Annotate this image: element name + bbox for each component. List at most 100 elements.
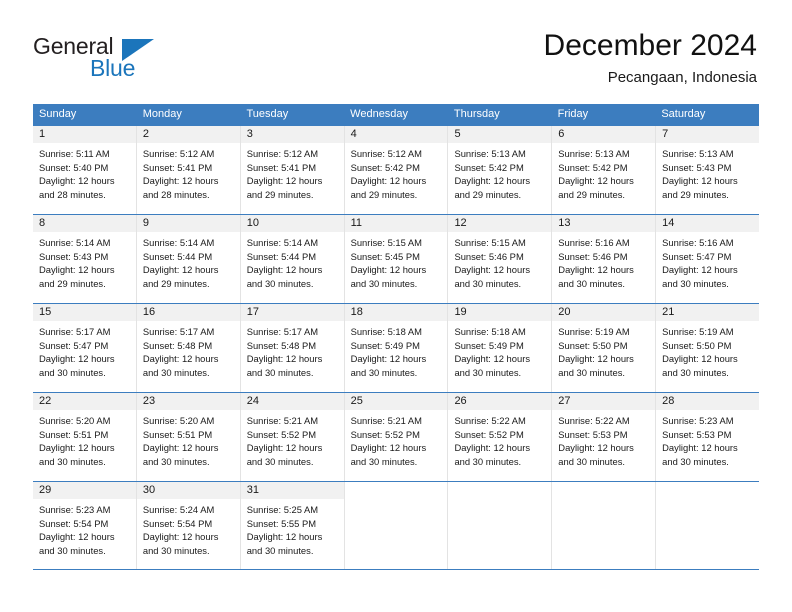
sunrise-line: Sunrise: 5:13 AM [454, 148, 526, 159]
day-cell[interactable]: 15 Sunrise: 5:17 AM Sunset: 5:47 PM Dayl… [33, 304, 137, 392]
logo-word-blue: Blue [90, 55, 136, 81]
sunrise-line: Sunrise: 5:18 AM [454, 326, 526, 337]
sunrise-line: Sunrise: 5:18 AM [350, 326, 422, 337]
day-details: Sunrise: 5:18 AM Sunset: 5:49 PM Dayligh… [345, 321, 448, 379]
day-details: Sunrise: 5:25 AM Sunset: 5:55 PM Dayligh… [241, 499, 344, 557]
day-number-band: 31 [240, 482, 344, 499]
sunset-line: Sunset: 5:47 PM [662, 250, 732, 262]
day-cell[interactable]: 25 Sunrise: 5:21 AM Sunset: 5:52 PM Dayl… [344, 393, 449, 481]
daylight-line: Daylight: 12 hours and 30 minutes. [558, 353, 634, 378]
day-number-band: 27 [552, 393, 656, 410]
day-cell[interactable]: 14 Sunrise: 5:16 AM Sunset: 5:47 PM Dayl… [656, 215, 760, 303]
sunrise-line: Sunrise: 5:25 AM [246, 504, 319, 515]
daylight-line: Daylight: 12 hours and 29 minutes. [350, 175, 427, 200]
day-number: 5 [454, 128, 461, 140]
sunset-line: Sunset: 5:52 PM [454, 428, 524, 440]
sunset-line: Sunset: 5:42 PM [454, 161, 524, 173]
day-cell[interactable]: 24 Sunrise: 5:21 AM Sunset: 5:52 PM Dayl… [240, 393, 345, 481]
day-cell[interactable]: 2 Sunrise: 5:12 AM Sunset: 5:41 PM Dayli… [136, 126, 241, 214]
day-cell[interactable]: 6 Sunrise: 5:13 AM Sunset: 5:42 PM Dayli… [552, 126, 657, 214]
day-cell[interactable]: 9 Sunrise: 5:14 AM Sunset: 5:44 PM Dayli… [136, 215, 241, 303]
sunset-line: Sunset: 5:54 PM [142, 517, 213, 529]
day-cell[interactable]: 1 Sunrise: 5:11 AM Sunset: 5:40 PM Dayli… [33, 126, 137, 214]
day-details: Sunrise: 5:11 AM Sunset: 5:40 PM Dayligh… [33, 143, 136, 201]
day-number: 28 [662, 395, 675, 407]
daylight-line: Daylight: 12 hours and 30 minutes. [246, 353, 323, 378]
daylight-line: Daylight: 12 hours and 29 minutes. [454, 175, 531, 200]
daylight-line: Daylight: 12 hours and 29 minutes. [662, 175, 738, 200]
day-number-band: 21 [656, 304, 760, 321]
sunset-line: Sunset: 5:43 PM [39, 250, 109, 262]
daylight-line: Daylight: 12 hours and 30 minutes. [662, 442, 738, 467]
day-cell[interactable]: 29 Sunrise: 5:23 AM Sunset: 5:54 PM Dayl… [33, 482, 137, 569]
sunrise-line: Sunrise: 5:13 AM [558, 148, 630, 159]
week-row: 29 Sunrise: 5:23 AM Sunset: 5:54 PM Dayl… [33, 481, 760, 570]
day-number-band: 8 [33, 215, 136, 232]
sunrise-line: Sunrise: 5:17 AM [246, 326, 319, 337]
day-cell[interactable]: 10 Sunrise: 5:14 AM Sunset: 5:44 PM Dayl… [240, 215, 345, 303]
day-cell[interactable]: 7 Sunrise: 5:13 AM Sunset: 5:43 PM Dayli… [656, 126, 760, 214]
week-row: 8 Sunrise: 5:14 AM Sunset: 5:43 PM Dayli… [33, 214, 760, 303]
day-cell[interactable]: 12 Sunrise: 5:15 AM Sunset: 5:46 PM Dayl… [448, 215, 553, 303]
daylight-line: Daylight: 12 hours and 30 minutes. [246, 442, 323, 467]
sunrise-line: Sunrise: 5:16 AM [662, 237, 734, 248]
day-cell[interactable]: 26 Sunrise: 5:22 AM Sunset: 5:52 PM Dayl… [448, 393, 553, 481]
general-blue-logo[interactable]: General Blue [33, 33, 223, 85]
sunrise-line: Sunrise: 5:13 AM [662, 148, 734, 159]
sunset-line: Sunset: 5:50 PM [662, 339, 732, 351]
day-cell[interactable]: 23 Sunrise: 5:20 AM Sunset: 5:51 PM Dayl… [136, 393, 241, 481]
day-cell[interactable]: 17 Sunrise: 5:17 AM Sunset: 5:48 PM Dayl… [240, 304, 345, 392]
daylight-line: Daylight: 12 hours and 30 minutes. [142, 442, 219, 467]
weekday-header-monday: Monday [142, 108, 182, 120]
daylight-line: Daylight: 12 hours and 30 minutes. [39, 531, 115, 556]
day-number-band: 1 [33, 126, 136, 143]
day-cell[interactable]: 28 Sunrise: 5:23 AM Sunset: 5:53 PM Dayl… [656, 393, 760, 481]
day-cell[interactable]: 4 Sunrise: 5:12 AM Sunset: 5:42 PM Dayli… [344, 126, 449, 214]
weekday-header-tuesday: Tuesday [246, 108, 289, 120]
day-number-band: 17 [240, 304, 344, 321]
daylight-line: Daylight: 12 hours and 30 minutes. [142, 353, 219, 378]
daylight-line: Daylight: 12 hours and 30 minutes. [39, 442, 115, 467]
day-cell[interactable]: 31 Sunrise: 5:25 AM Sunset: 5:55 PM Dayl… [240, 482, 345, 569]
daylight-line: Daylight: 12 hours and 30 minutes. [142, 531, 219, 556]
day-details: Sunrise: 5:12 AM Sunset: 5:41 PM Dayligh… [137, 143, 240, 201]
day-cell[interactable]: 11 Sunrise: 5:15 AM Sunset: 5:45 PM Dayl… [344, 215, 449, 303]
day-number-band: 29 [33, 482, 136, 499]
sunrise-line: Sunrise: 5:14 AM [246, 237, 319, 248]
day-cell[interactable]: 22 Sunrise: 5:20 AM Sunset: 5:51 PM Dayl… [33, 393, 137, 481]
day-cell[interactable]: 27 Sunrise: 5:22 AM Sunset: 5:53 PM Dayl… [552, 393, 657, 481]
day-number: 17 [246, 306, 259, 318]
day-number-band: 6 [552, 126, 656, 143]
day-details: Sunrise: 5:15 AM Sunset: 5:45 PM Dayligh… [345, 232, 448, 290]
day-details: Sunrise: 5:18 AM Sunset: 5:49 PM Dayligh… [448, 321, 551, 379]
day-cell[interactable]: 19 Sunrise: 5:18 AM Sunset: 5:49 PM Dayl… [448, 304, 553, 392]
day-number: 4 [350, 128, 357, 140]
day-number-band: 3 [240, 126, 344, 143]
day-number-band: 16 [136, 304, 240, 321]
daylight-line: Daylight: 12 hours and 29 minutes. [558, 175, 634, 200]
day-cell[interactable]: 30 Sunrise: 5:24 AM Sunset: 5:54 PM Dayl… [136, 482, 241, 569]
day-details: Sunrise: 5:24 AM Sunset: 5:54 PM Dayligh… [137, 499, 240, 557]
sunrise-line: Sunrise: 5:22 AM [558, 415, 630, 426]
sunrise-line: Sunrise: 5:11 AM [39, 148, 110, 159]
day-cell[interactable]: 21 Sunrise: 5:19 AM Sunset: 5:50 PM Dayl… [656, 304, 760, 392]
day-cell[interactable]: 18 Sunrise: 5:18 AM Sunset: 5:49 PM Dayl… [344, 304, 449, 392]
sunrise-line: Sunrise: 5:15 AM [454, 237, 526, 248]
day-number-band: 14 [656, 215, 760, 232]
sunrise-line: Sunrise: 5:16 AM [558, 237, 630, 248]
day-details: Sunrise: 5:14 AM Sunset: 5:44 PM Dayligh… [241, 232, 344, 290]
day-number: 14 [662, 217, 675, 229]
sunset-line: Sunset: 5:41 PM [142, 161, 213, 173]
day-cell[interactable]: 20 Sunrise: 5:19 AM Sunset: 5:50 PM Dayl… [552, 304, 657, 392]
day-number-band: 11 [344, 215, 448, 232]
sunset-line: Sunset: 5:41 PM [246, 161, 317, 173]
daylight-line: Daylight: 12 hours and 30 minutes. [454, 442, 531, 467]
day-cell[interactable]: 3 Sunrise: 5:12 AM Sunset: 5:41 PM Dayli… [240, 126, 345, 214]
day-cell[interactable]: 8 Sunrise: 5:14 AM Sunset: 5:43 PM Dayli… [33, 215, 137, 303]
day-cell[interactable]: 13 Sunrise: 5:16 AM Sunset: 5:46 PM Dayl… [552, 215, 657, 303]
day-cell[interactable]: 5 Sunrise: 5:13 AM Sunset: 5:42 PM Dayli… [448, 126, 553, 214]
day-cell[interactable]: 16 Sunrise: 5:17 AM Sunset: 5:48 PM Dayl… [136, 304, 241, 392]
sunset-line: Sunset: 5:46 PM [454, 250, 524, 262]
day-number-band [656, 482, 760, 499]
day-number-band: 12 [448, 215, 552, 232]
